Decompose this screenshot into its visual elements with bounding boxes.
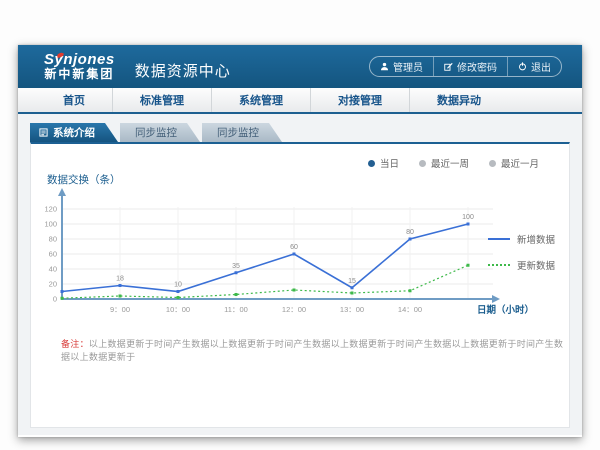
nav-item-data-changes[interactable]: 数据异动 <box>409 88 508 112</box>
tab-sync-monitor-2[interactable]: 同步监控 <box>202 123 282 142</box>
line-chart: 0 20 40 60 80 100 120 9：00 10：00 11：00 12：00 13：00 1… <box>43 187 563 321</box>
nav-item-integration[interactable]: 对接管理 <box>310 88 409 112</box>
user-label: 管理员 <box>393 59 423 74</box>
footnote-text: 以上数据更新于时间产生数据以上数据更新于时间产生数据以上数据更新于时间产生数据以… <box>61 339 563 362</box>
svg-text:120: 120 <box>44 205 57 214</box>
page-title: 数据资源中心 <box>135 60 231 81</box>
svg-text:14：00: 14：00 <box>398 305 422 314</box>
chart-panel: 当日 最近一周 最近一月 数据交换（条） 0 20 40 60 80 100 120 9：00… <box>30 142 570 428</box>
svg-text:60: 60 <box>290 244 298 251</box>
tab-sync-monitor-1[interactable]: 同步监控 <box>120 123 200 142</box>
legend-label: 更新数据 <box>517 258 555 272</box>
svg-text:18: 18 <box>116 276 124 283</box>
power-icon <box>518 62 527 71</box>
svg-text:100: 100 <box>44 220 57 229</box>
svg-text:20: 20 <box>49 280 57 289</box>
svg-text:12：00: 12：00 <box>282 305 306 314</box>
svg-text:80: 80 <box>49 235 57 244</box>
radio-today[interactable]: 当日 <box>368 156 399 170</box>
nav-item-system[interactable]: 系统管理 <box>211 88 310 112</box>
svg-text:9：00: 9：00 <box>110 305 130 314</box>
nav-item-home[interactable]: 首页 <box>36 88 112 112</box>
svg-text:13：00: 13：00 <box>340 305 364 314</box>
dotted-line-icon <box>488 264 510 266</box>
company-logo: Synjones 新中新集团 <box>44 52 115 80</box>
svg-text:11：00: 11：00 <box>224 305 248 314</box>
user-toolbar: 管理员 修改密码 退出 <box>369 56 562 77</box>
svg-text:100: 100 <box>462 214 474 221</box>
svg-text:0: 0 <box>53 295 57 304</box>
radio-dot-icon <box>489 160 496 167</box>
footnote-label: 备注： <box>61 339 89 349</box>
radio-label: 当日 <box>380 156 399 170</box>
change-password-button[interactable]: 修改密码 <box>433 57 507 76</box>
footnote: 备注：以上数据更新于时间产生数据以上数据更新于时间产生数据以上数据更新于时间产生… <box>61 337 569 363</box>
tab-label: 同步监控 <box>135 125 177 140</box>
content-area: 系统介绍 同步监控 同步监控 当日 最近一周 <box>18 114 582 435</box>
svg-text:80: 80 <box>406 229 414 236</box>
chart-legend: 新增数据 更新数据 <box>488 232 555 284</box>
radio-label: 最近一周 <box>431 156 469 170</box>
logo-text-cn: 新中新集团 <box>44 68 115 81</box>
user-button[interactable]: 管理员 <box>370 57 433 76</box>
svg-text:35: 35 <box>232 263 240 270</box>
tab-label: 系统介绍 <box>53 125 95 140</box>
y-axis-title: 数据交换（条） <box>47 172 569 187</box>
logo-text-en: Synjones <box>44 52 115 68</box>
radio-label: 最近一月 <box>501 156 539 170</box>
tab-system-intro[interactable]: 系统介绍 <box>30 123 118 142</box>
solid-line-icon <box>488 238 510 240</box>
document-icon <box>39 128 48 137</box>
svg-text:10: 10 <box>174 282 182 289</box>
svg-text:日期（小时）: 日期（小时） <box>477 304 534 316</box>
change-password-label: 修改密码 <box>457 59 497 74</box>
person-icon <box>380 62 389 71</box>
radio-last-month[interactable]: 最近一月 <box>489 156 539 170</box>
edit-icon <box>444 62 453 71</box>
svg-text:40: 40 <box>49 265 57 274</box>
svg-text:60: 60 <box>49 250 57 259</box>
main-nav: 首页 标准管理 系统管理 对接管理 数据异动 <box>18 88 582 114</box>
legend-item-new-data[interactable]: 新增数据 <box>488 232 555 246</box>
legend-label: 新增数据 <box>517 232 555 246</box>
nav-item-standards[interactable]: 标准管理 <box>112 88 211 112</box>
svg-text:10：00: 10：00 <box>166 305 190 314</box>
radio-dot-icon <box>368 160 375 167</box>
logout-button[interactable]: 退出 <box>507 57 561 76</box>
radio-dot-icon <box>419 160 426 167</box>
logout-label: 退出 <box>531 59 551 74</box>
svg-text:15: 15 <box>348 278 356 285</box>
radio-last-week[interactable]: 最近一周 <box>419 156 469 170</box>
time-range-filter: 当日 最近一周 最近一月 <box>31 144 569 170</box>
tab-label: 同步监控 <box>217 125 259 140</box>
legend-item-updated-data[interactable]: 更新数据 <box>488 258 555 272</box>
app-window: Synjones 新中新集团 数据资源中心 管理员 修改密码 <box>18 45 582 437</box>
tab-bar: 系统介绍 同步监控 同步监控 <box>30 123 570 142</box>
app-header: Synjones 新中新集团 数据资源中心 管理员 修改密码 <box>18 45 582 88</box>
